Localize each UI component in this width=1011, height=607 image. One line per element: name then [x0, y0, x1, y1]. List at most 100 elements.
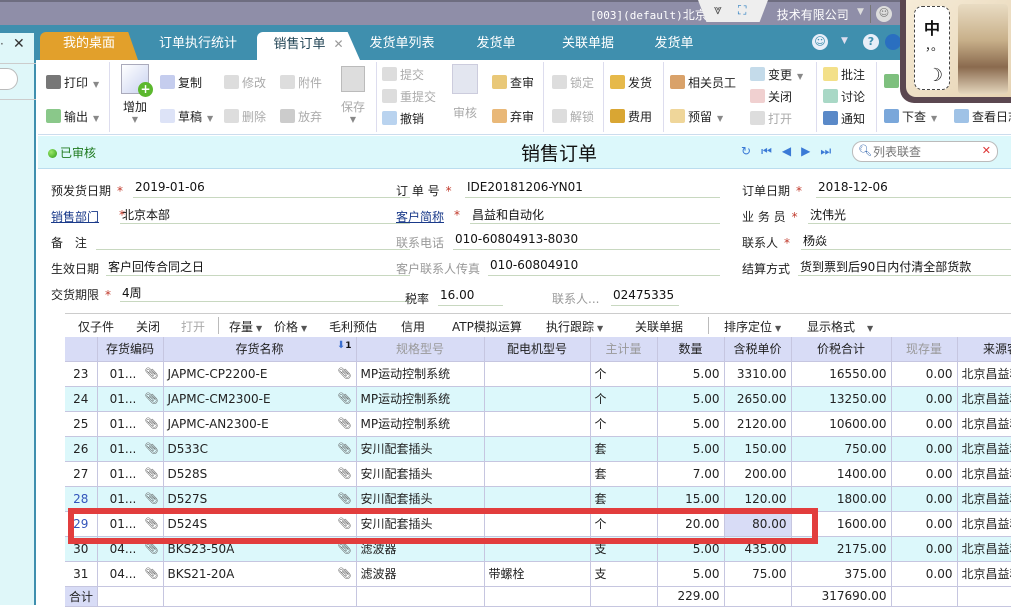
- cell-total[interactable]: 1600.00: [791, 511, 892, 537]
- annotate-button[interactable]: 批注: [823, 66, 865, 83]
- help-icon[interactable]: ?: [863, 34, 879, 50]
- cell-total[interactable]: 750.00: [791, 436, 892, 462]
- sales-dept-link[interactable]: 销售部门: [51, 208, 99, 225]
- sort-locate-button[interactable]: 排序定位 ▼: [724, 318, 781, 335]
- customer-link[interactable]: 客户简称: [396, 208, 444, 225]
- cell-motor[interactable]: [484, 361, 591, 387]
- cell-qty[interactable]: 20.00: [657, 511, 725, 537]
- attachment-icon[interactable]: 📎︎: [338, 417, 352, 430]
- cell-qty[interactable]: 5.00: [657, 361, 725, 387]
- attachment-icon[interactable]: 📎︎: [145, 417, 159, 430]
- modify-button[interactable]: 修改: [224, 74, 266, 91]
- cell-price[interactable]: 200.00: [724, 461, 792, 487]
- unlock-button[interactable]: 解锁: [552, 108, 594, 125]
- cell-price[interactable]: 75.00: [724, 561, 792, 587]
- attachment-icon[interactable]: 📎︎: [338, 392, 352, 405]
- cell-spec[interactable]: 滤波器: [356, 561, 485, 587]
- attachment-icon[interactable]: 📎︎: [338, 542, 352, 555]
- row-number[interactable]: 24: [65, 386, 98, 412]
- cell-name[interactable]: BKS23-50A 📎︎: [163, 536, 357, 562]
- cell-stock[interactable]: 0.00: [891, 361, 958, 387]
- sub-only-button[interactable]: 仅子件: [78, 318, 114, 335]
- cell-unit[interactable]: 个: [590, 511, 658, 537]
- ime-punctuation[interactable]: ，。: [925, 37, 943, 54]
- related-docs-button[interactable]: 关联单据: [635, 318, 683, 335]
- cell-price[interactable]: 80.00: [724, 511, 792, 537]
- lock-button[interactable]: 锁定: [552, 74, 594, 91]
- remark-field[interactable]: [96, 232, 410, 250]
- table-row[interactable]: 28 01... 📎︎ D527S 📎︎ 安川配套插头 套 15.00 120.00 1800.0…: [65, 486, 1011, 512]
- tab-shipment-1[interactable]: 发货单: [462, 32, 530, 60]
- contact-field[interactable]: 杨焱: [801, 232, 1011, 250]
- cell-name[interactable]: D528S 📎︎: [163, 461, 357, 487]
- cell-total[interactable]: 2175.00: [791, 536, 892, 562]
- attachment-icon[interactable]: 📎︎: [145, 542, 159, 555]
- tab-close-icon[interactable]: ✕: [333, 37, 343, 51]
- cell-price[interactable]: 120.00: [724, 486, 792, 512]
- cell-unit[interactable]: 套: [590, 486, 658, 512]
- salesman-field[interactable]: 沈伟光: [808, 206, 1011, 224]
- resubmit-button[interactable]: 重提交: [382, 88, 436, 105]
- order-no-field[interactable]: IDE20181206-YN01: [465, 180, 720, 198]
- cell-code[interactable]: 01... 📎︎: [97, 511, 164, 537]
- settings-icon[interactable]: [885, 34, 901, 50]
- cell-motor[interactable]: [484, 511, 591, 537]
- cell-motor[interactable]: [484, 486, 591, 512]
- check-audit-button[interactable]: 查审: [492, 74, 534, 91]
- tab-shipment-2[interactable]: 发货单: [640, 32, 708, 60]
- row-number[interactable]: 29: [65, 511, 98, 537]
- draft-button[interactable]: 草稿 ▼: [160, 108, 213, 125]
- cell-name[interactable]: BKS21-20A 📎︎: [163, 561, 357, 587]
- discard-button[interactable]: 放弃: [280, 108, 322, 125]
- cell-total[interactable]: 10600.00: [791, 411, 892, 437]
- clear-icon[interactable]: ✕: [982, 144, 991, 157]
- row-number[interactable]: 30: [65, 536, 98, 562]
- cell-spec[interactable]: 安川配套插头: [356, 486, 485, 512]
- display-format-button[interactable]: 显示格式 ▼: [807, 318, 873, 335]
- table-row[interactable]: 27 01... 📎︎ D528S 📎︎ 安川配套插头 套 7.00 200.00 1400.00…: [65, 461, 1011, 487]
- stock-button[interactable]: 存量 ▼: [229, 318, 262, 335]
- tab-my-desktop[interactable]: 我的桌面: [40, 32, 138, 60]
- cell-source[interactable]: 北京昌益和: [957, 536, 1011, 562]
- fax-field[interactable]: 010-60804910: [488, 258, 720, 276]
- cell-code[interactable]: 01... 📎︎: [97, 461, 164, 487]
- user-icon[interactable]: ☺: [876, 6, 892, 22]
- ship-button[interactable]: 发货: [610, 74, 652, 91]
- delivery-term-field[interactable]: 4周: [120, 284, 410, 302]
- cell-motor[interactable]: [484, 436, 591, 462]
- cell-code[interactable]: 01... 📎︎: [97, 361, 164, 387]
- cell-price[interactable]: 435.00: [724, 536, 792, 562]
- tax-rate-field[interactable]: 16.00: [438, 288, 503, 306]
- attachment-icon[interactable]: 📎︎: [338, 517, 352, 530]
- row-number[interactable]: 31: [65, 561, 98, 587]
- tab-sales-order[interactable]: 销售订单 ✕: [257, 32, 360, 60]
- cell-total[interactable]: 375.00: [791, 561, 892, 587]
- sort-desc-icon[interactable]: ⬇1: [337, 340, 352, 351]
- cell-unit[interactable]: 个: [590, 411, 658, 437]
- refresh-icon[interactable]: ↻: [741, 144, 761, 158]
- cell-stock[interactable]: 0.00: [891, 561, 958, 587]
- cell-unit[interactable]: 个: [590, 386, 658, 412]
- sales-dept-field[interactable]: 北京本部: [120, 206, 410, 224]
- collapse-icon[interactable]: ⩔: [714, 2, 722, 18]
- prev-record-icon[interactable]: ◀: [782, 144, 801, 158]
- cell-source[interactable]: 北京昌益和: [957, 511, 1011, 537]
- submit-button[interactable]: 提交: [382, 66, 424, 83]
- attachment-icon[interactable]: 📎︎: [145, 367, 159, 380]
- cell-spec[interactable]: MP运动控制系统: [356, 386, 485, 412]
- close-order-button[interactable]: 关闭: [750, 88, 792, 105]
- col-header-spec[interactable]: 规格型号: [356, 337, 485, 362]
- cell-price[interactable]: 3310.00: [724, 361, 792, 387]
- cell-motor[interactable]: [484, 386, 591, 412]
- cell-unit[interactable]: 支: [590, 561, 658, 587]
- attachment-icon[interactable]: 📎︎: [338, 567, 352, 580]
- cell-stock[interactable]: 0.00: [891, 461, 958, 487]
- table-row[interactable]: 31 04... 📎︎ BKS21-20A 📎︎ 滤波器 带螺栓支 5.00 75.00 375.…: [65, 561, 1011, 587]
- cell-qty[interactable]: 5.00: [657, 561, 725, 587]
- cell-price[interactable]: 2650.00: [724, 386, 792, 412]
- open-line-button[interactable]: 打开: [181, 318, 205, 335]
- col-header-price[interactable]: 含税单价: [724, 337, 792, 362]
- col-header-name[interactable]: 存货名称 ⬇1: [163, 337, 357, 362]
- col-header-qty[interactable]: 数量: [657, 337, 725, 362]
- table-row[interactable]: 25 01... 📎︎ JAPMC-AN2300-E 📎︎ MP运动控制系统 个 5.00 21…: [65, 411, 1011, 437]
